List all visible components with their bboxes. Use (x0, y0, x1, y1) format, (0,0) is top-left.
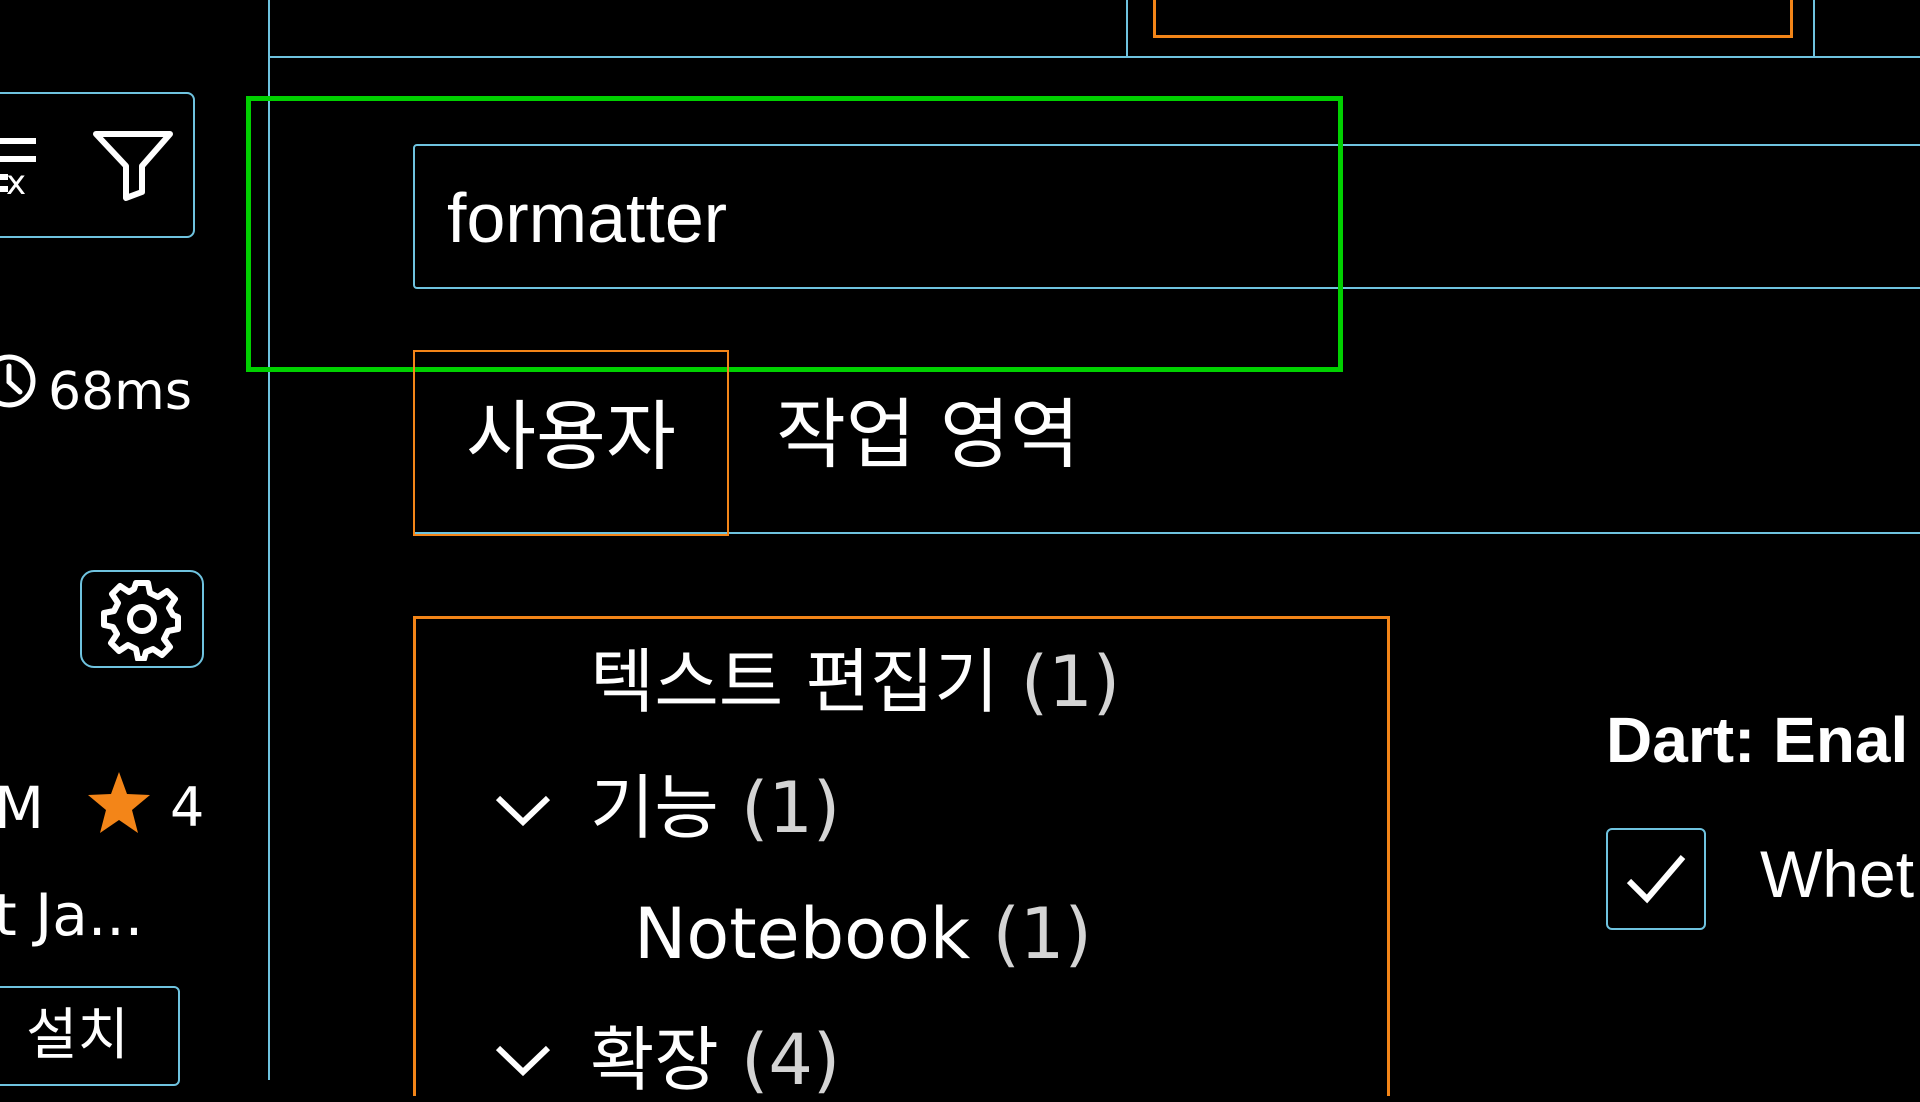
rating-count: 4 (170, 776, 205, 839)
chevron-down-icon[interactable] (492, 790, 554, 830)
toc-item-extensions[interactable]: 확장 (4) (590, 1018, 840, 1102)
chevron-down-icon[interactable] (492, 1040, 554, 1080)
toc-item-label: 기능 (590, 767, 719, 849)
active-editor-tab[interactable] (1153, 0, 1793, 38)
toc-item-count: (1) (992, 893, 1092, 975)
filter-icon[interactable] (92, 130, 174, 202)
tab-user[interactable]: 사용자 (413, 350, 729, 536)
star-icon (86, 770, 152, 836)
editor-tabs-border (270, 56, 1920, 58)
svg-text:x: x (6, 163, 26, 200)
clear-extensions-search-icon[interactable]: x (0, 130, 52, 203)
activation-time: 68ms (48, 362, 192, 422)
setting-checkbox[interactable] (1606, 828, 1706, 930)
toc-item-notebook[interactable]: Notebook (1) (634, 892, 1092, 976)
clock-icon (0, 352, 38, 410)
toc-item-features[interactable]: 기능 (1) (590, 766, 840, 850)
toc-item-count: (1) (1020, 641, 1121, 723)
focus-highlight (246, 96, 1343, 372)
extension-name[interactable]: t Ja... (0, 882, 143, 948)
install-button[interactable]: 설치 (0, 986, 180, 1086)
setting-description: Whet (1760, 837, 1915, 911)
toc-item-label: Notebook (634, 893, 971, 975)
check-icon (1626, 855, 1686, 904)
toc-item-text-editor[interactable]: 텍스트 편집기 (1) (590, 640, 1120, 724)
gear-icon (101, 580, 181, 661)
extension-publisher: M (0, 774, 45, 842)
toc-item-label: 텍스트 편집기 (590, 641, 999, 723)
toc-item-count: (1) (741, 767, 841, 849)
toc-item-label: 확장 (590, 1019, 719, 1101)
tab-separator (1126, 0, 1128, 56)
tab-workspace[interactable]: 작업 영역 (776, 350, 1080, 530)
manage-extension-button[interactable] (80, 570, 204, 668)
toc-item-count: (4) (741, 1019, 841, 1101)
tab-separator (1813, 0, 1815, 56)
setting-title: Dart: Enal (1606, 704, 1909, 776)
